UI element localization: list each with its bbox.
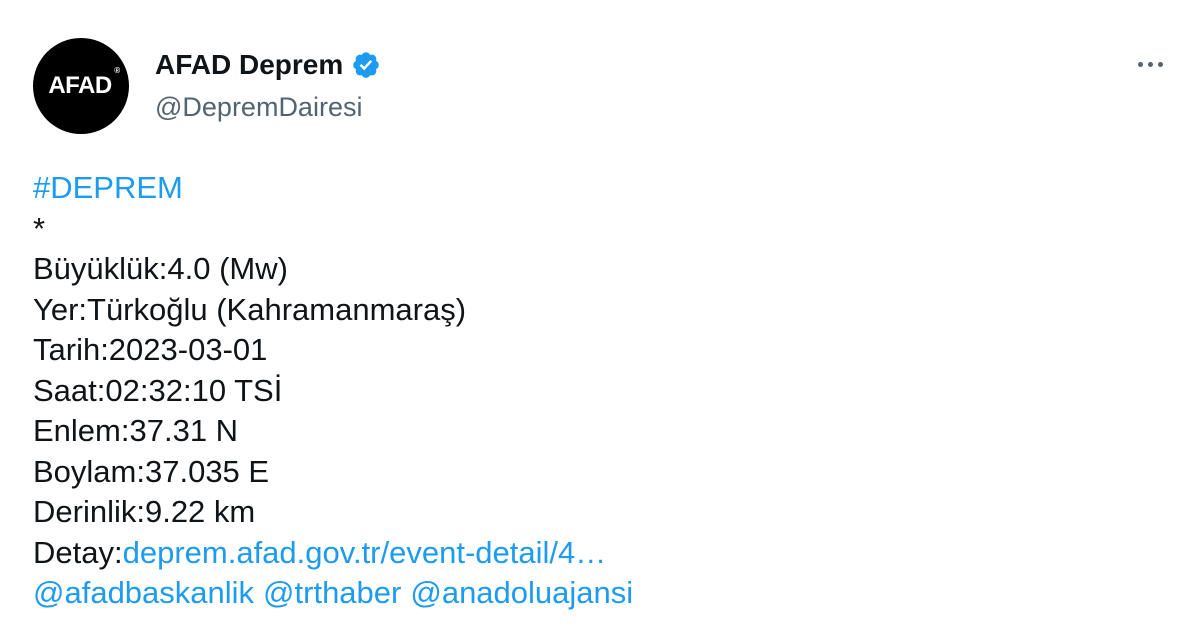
avatar-logo-text: AFAD bbox=[48, 72, 112, 99]
mention-link[interactable]: @afadbaskanlik bbox=[33, 575, 254, 610]
date-line: Tarih:2023-03-01 bbox=[33, 332, 268, 367]
mention-link[interactable]: @anadoluajansi bbox=[410, 575, 633, 610]
author-name-row: AFAD Deprem bbox=[155, 48, 381, 82]
display-name[interactable]: AFAD Deprem bbox=[155, 48, 343, 82]
hashtag-line: #DEPREM bbox=[33, 168, 1153, 209]
separator-line: * bbox=[33, 210, 46, 246]
hashtag-link[interactable]: #DEPREM bbox=[33, 170, 183, 205]
more-dot bbox=[1137, 61, 1143, 67]
mention-link[interactable]: @trthaber bbox=[263, 575, 401, 610]
registered-mark: ® bbox=[114, 66, 120, 75]
more-options-icon[interactable] bbox=[1130, 52, 1170, 76]
detail-label: Detay: bbox=[33, 534, 123, 570]
afad-logo: AFAD ® bbox=[48, 67, 120, 99]
depth-line: Derinlik:9.22 km bbox=[33, 494, 256, 529]
time-line: Saat:02:32:10 TSİ bbox=[33, 372, 283, 408]
latitude-line: Enlem:37.31 N bbox=[33, 413, 239, 448]
author-handle[interactable]: @DepremDairesi bbox=[155, 90, 362, 124]
location-line: Yer:Türkoğlu (Kahramanmaraş) bbox=[33, 291, 467, 327]
detail-line: Detay:deprem.afad.gov.tr/event-detail/4… bbox=[33, 533, 1153, 574]
magnitude-line: Büyüklük:4.0 (Mw) bbox=[33, 251, 288, 286]
verified-badge-icon bbox=[353, 52, 380, 78]
avatar[interactable]: AFAD ® bbox=[33, 38, 129, 134]
more-dot bbox=[1157, 61, 1163, 67]
tweet-card: AFAD ® AFAD Deprem @DepremDairesi #DEPREM… bbox=[0, 0, 1200, 630]
more-dot bbox=[1147, 61, 1153, 67]
mentions-line: @afadbaskanlik @trthaber @anadoluajansi bbox=[33, 573, 1153, 614]
tweet-text: #DEPREM * Büyüklük:4.0 (Mw) Yer:Türkoğlu… bbox=[33, 168, 1153, 614]
detail-link[interactable]: deprem.afad.gov.tr/event-detail/4… bbox=[123, 535, 607, 570]
longitude-line: Boylam:37.035 E bbox=[33, 453, 270, 489]
